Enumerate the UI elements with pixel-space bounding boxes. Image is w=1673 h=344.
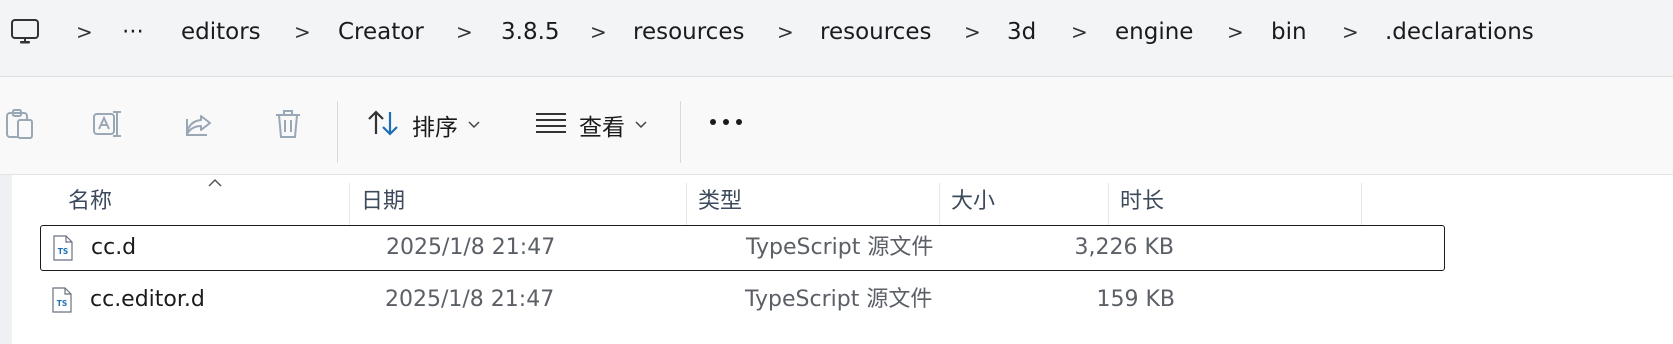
share-icon[interactable] (183, 107, 215, 141)
file-date: 2025/1/8 21:47 (386, 235, 556, 260)
breadcrumb-separator-icon[interactable]: > (1342, 16, 1359, 48)
column-divider[interactable] (686, 183, 687, 229)
breadcrumb-item-resources[interactable]: resources (633, 16, 744, 48)
breadcrumb-separator-icon[interactable]: > (294, 16, 311, 48)
column-header-duration[interactable]: 时长 (1120, 175, 1164, 229)
rename-icon[interactable] (92, 107, 124, 141)
breadcrumb-separator-icon[interactable]: > (964, 16, 981, 48)
toolbar-divider (680, 101, 681, 163)
breadcrumb-separator-icon[interactable]: > (456, 16, 473, 48)
breadcrumb-separator-icon[interactable]: > (76, 16, 93, 48)
breadcrumb-item-3d[interactable]: 3d (1007, 16, 1036, 48)
sort-label: 排序 (412, 115, 458, 141)
file-row[interactable]: TS cc.editor.d 2025/1/8 21:47 TypeScript… (40, 278, 1445, 324)
column-divider[interactable] (1108, 183, 1109, 229)
navigation-pane-edge (0, 175, 12, 344)
file-type: TypeScript 源文件 (745, 287, 933, 312)
column-divider[interactable] (939, 183, 940, 229)
column-header-name[interactable]: 名称 (68, 175, 112, 229)
paste-icon[interactable] (4, 107, 36, 141)
breadcrumb-item-engine[interactable]: engine (1115, 16, 1193, 48)
file-name[interactable]: cc.d (91, 226, 136, 270)
breadcrumb-separator-icon[interactable]: > (777, 16, 794, 48)
more-options-icon[interactable] (708, 113, 744, 132)
typescript-file-icon: TS (52, 287, 72, 313)
file-name[interactable]: cc.editor.d (90, 278, 205, 322)
breadcrumb-item-bin[interactable]: bin (1271, 16, 1307, 48)
column-header-size[interactable]: 大小 (951, 175, 995, 229)
breadcrumb-item-declarations[interactable]: .declarations (1385, 16, 1534, 48)
typescript-file-icon: TS (53, 235, 73, 261)
file-size: 3,226 KB (1074, 235, 1175, 260)
breadcrumb-item-resources-2[interactable]: resources (820, 16, 931, 48)
column-header-type[interactable]: 类型 (698, 175, 742, 229)
delete-icon[interactable] (272, 107, 304, 141)
sort-button[interactable]: 排序 (366, 101, 480, 149)
file-row[interactable]: TS cc.d 2025/1/8 21:47 TypeScript 源文件 3,… (40, 225, 1445, 271)
breadcrumb-item-editors[interactable]: editors (181, 16, 261, 48)
column-divider[interactable] (349, 183, 350, 229)
file-type: TypeScript 源文件 (746, 235, 934, 260)
breadcrumb-item-creator[interactable]: Creator (338, 16, 424, 48)
breadcrumb-overflow-button[interactable]: ⋯ (122, 16, 145, 48)
chevron-down-icon (635, 118, 647, 132)
command-toolbar: 排序 查看 (0, 77, 1673, 175)
toolbar-divider (337, 101, 338, 163)
column-header-row: 名称 日期 类型 大小 时长 (0, 175, 1455, 229)
view-list-icon (535, 111, 567, 139)
chevron-down-icon (468, 118, 480, 132)
column-header-date[interactable]: 日期 (361, 175, 405, 229)
breadcrumb-item-version[interactable]: 3.8.5 (501, 16, 560, 48)
breadcrumb-separator-icon[interactable]: > (590, 16, 607, 48)
file-icon-glyph: TS (58, 247, 69, 256)
file-icon-glyph: TS (57, 299, 68, 308)
column-divider[interactable] (1361, 183, 1362, 229)
file-list: 名称 日期 类型 大小 时长 TS cc.d 2025/1/8 21:47 Ty… (0, 175, 1673, 344)
breadcrumb-separator-icon[interactable]: > (1071, 16, 1088, 48)
file-size: 159 KB (1096, 287, 1175, 312)
view-button[interactable]: 查看 (535, 101, 647, 149)
address-breadcrumb-bar: > ⋯ editors > Creator > 3.8.5 > resource… (0, 0, 1673, 77)
file-date: 2025/1/8 21:47 (385, 287, 555, 312)
this-pc-icon[interactable] (10, 17, 40, 47)
sort-ascending-icon (208, 173, 222, 192)
sort-icon (366, 108, 400, 142)
breadcrumb-separator-icon[interactable]: > (1227, 16, 1244, 48)
view-label: 查看 (579, 115, 625, 141)
